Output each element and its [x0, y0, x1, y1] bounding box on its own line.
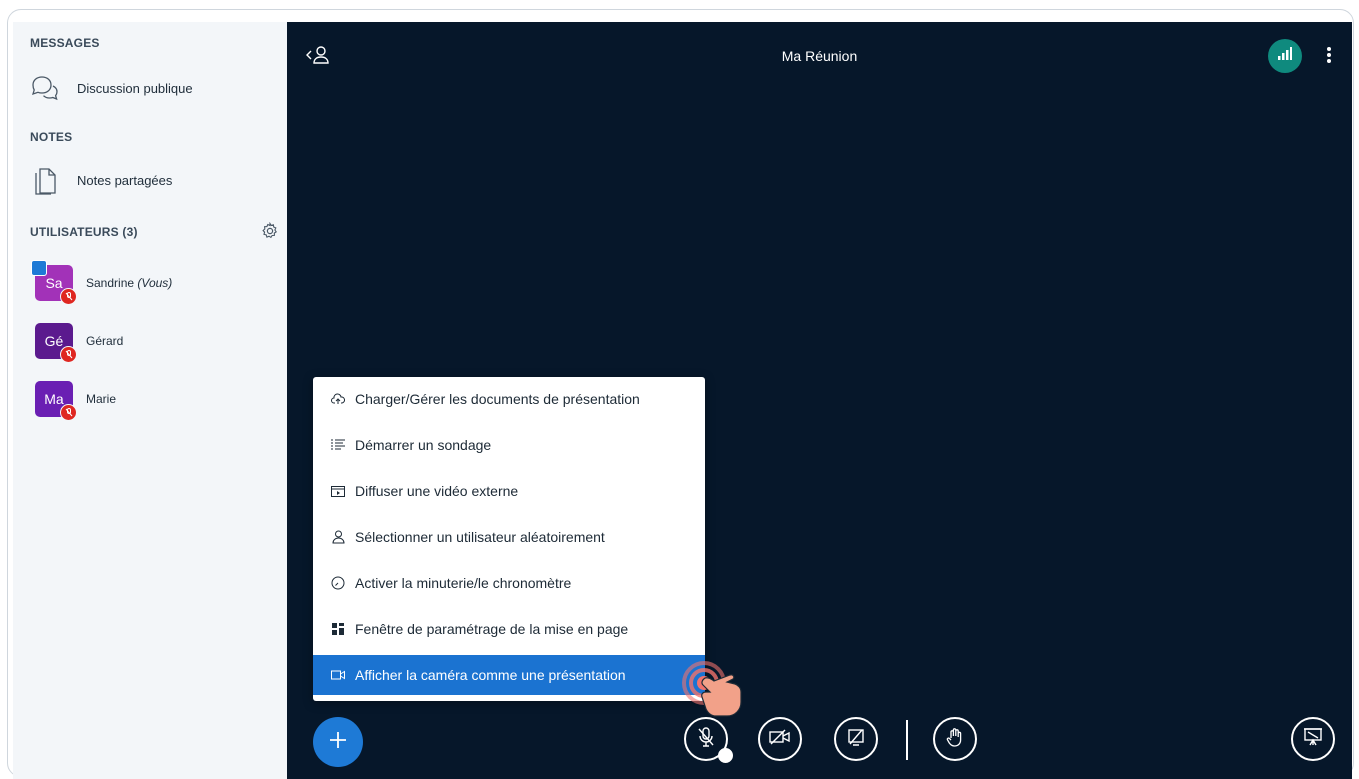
presentation-icon: [1303, 727, 1323, 752]
restore-presentation-button[interactable]: [1291, 717, 1335, 761]
you-indicator: (Vous): [137, 276, 173, 290]
connection-status-button[interactable]: [1268, 39, 1302, 73]
menu-item-camera-as-presentation[interactable]: Afficher la caméra comme une présentatio…: [313, 655, 705, 695]
messages-section-title: MESSAGES: [30, 36, 100, 50]
menu-item-label: Fenêtre de paramétrage de la mise en pag…: [355, 621, 629, 637]
muted-mic-icon: [60, 288, 77, 305]
muted-mic-icon: [60, 346, 77, 363]
menu-item-timer[interactable]: Activer la minuterie/le chronomètre: [313, 563, 705, 603]
upload-cloud-icon: [331, 392, 345, 406]
user-list-item[interactable]: Gé Gérard: [35, 323, 124, 363]
user-list-sidebar: MESSAGES Discussion publique NOTES Notes…: [13, 22, 288, 779]
menu-item-layout-settings[interactable]: Fenêtre de paramétrage de la mise en pag…: [313, 609, 705, 649]
user-list-item[interactable]: Ma Marie: [35, 381, 117, 421]
camera-presentation-icon: [331, 668, 345, 682]
shared-notes-label: Notes partagées: [77, 172, 173, 188]
menu-item-label: Diffuser une vidéo externe: [355, 483, 519, 499]
users-section-title: UTILISATEURS (3): [30, 225, 138, 239]
document-icon: [27, 164, 63, 196]
tap-pointer-icon: [672, 661, 772, 746]
timer-icon: [331, 576, 345, 590]
controls-divider: [906, 720, 908, 760]
raise-hand-button[interactable]: [933, 717, 977, 761]
menu-item-label: Charger/Gérer les documents de présentat…: [355, 391, 640, 407]
audio-options-chevron-icon[interactable]: [718, 748, 733, 763]
random-user-icon: [331, 530, 345, 544]
actions-dropdown-menu: Charger/Gérer les documents de présentat…: [313, 377, 705, 701]
avatar: Ma: [35, 381, 77, 421]
actions-button[interactable]: [313, 717, 363, 767]
user-name: Sandrine: [86, 276, 135, 290]
public-chat-label: Discussion publique: [77, 80, 193, 96]
menu-item-label: Activer la minuterie/le chronomètre: [355, 575, 572, 591]
user-list-item[interactable]: Sa Sandrine (Vous): [31, 260, 173, 305]
share-screen-button[interactable]: [834, 717, 878, 761]
menu-item-random-user[interactable]: Sélectionner un utilisateur aléatoiremen…: [313, 517, 705, 557]
shared-notes-item[interactable]: Notes partagées: [27, 164, 172, 196]
screen-share-off-icon: [847, 728, 865, 751]
gear-icon[interactable]: [261, 221, 279, 240]
avatar-initials: Gé: [44, 333, 64, 349]
more-options-icon[interactable]: [1326, 46, 1332, 69]
plus-icon: [328, 730, 348, 755]
avatar-initials: Sa: [45, 275, 63, 291]
hand-icon: [946, 727, 964, 752]
menu-item-start-poll[interactable]: Démarrer un sondage: [313, 425, 705, 465]
signal-bars-icon: [1278, 47, 1292, 65]
menu-item-label: Afficher la caméra comme une présentatio…: [355, 667, 626, 683]
poll-icon: [331, 438, 345, 452]
user-name: Marie: [86, 392, 117, 406]
public-chat-item[interactable]: Discussion publique: [27, 72, 193, 104]
muted-mic-icon: [60, 404, 77, 421]
user-name: Gérard: [86, 334, 124, 348]
presenter-icon: [31, 260, 47, 276]
notes-section-title: NOTES: [30, 130, 73, 144]
avatar: Gé: [35, 323, 77, 363]
layout-icon: [331, 622, 345, 636]
menu-item-upload-presentation[interactable]: Charger/Gérer les documents de présentat…: [313, 379, 705, 419]
menu-item-external-video[interactable]: Diffuser une vidéo externe: [313, 471, 705, 511]
chat-bubbles-icon: [27, 72, 63, 104]
avatar-initials: Ma: [44, 391, 64, 407]
avatar: Sa: [31, 260, 77, 305]
menu-item-label: Démarrer un sondage: [355, 437, 492, 453]
camera-off-icon: [769, 729, 791, 750]
external-video-icon: [331, 484, 345, 498]
meeting-title: Ma Réunion: [781, 48, 858, 64]
menu-item-label: Sélectionner un utilisateur aléatoiremen…: [355, 529, 605, 545]
